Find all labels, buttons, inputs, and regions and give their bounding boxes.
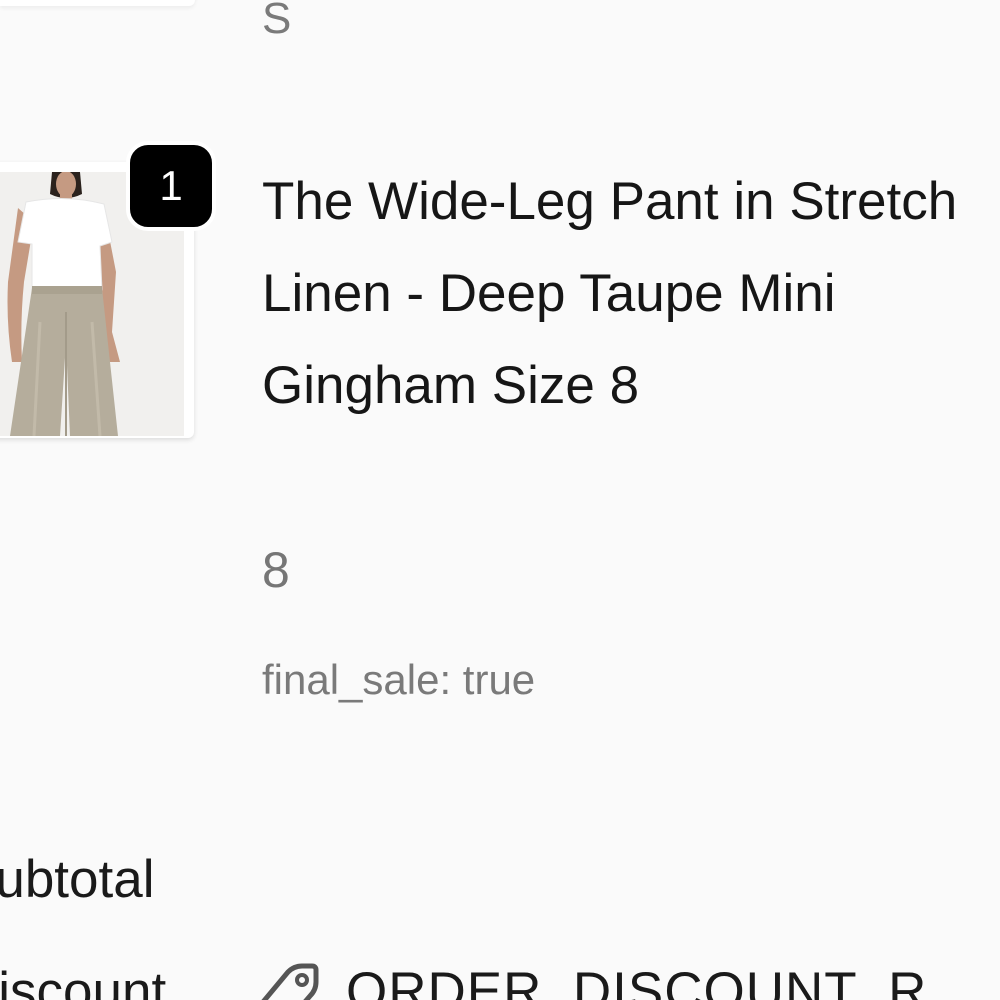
discount-code: ORDER_DISCOUNT_R — [244, 962, 927, 1000]
tag-icon — [261, 963, 319, 1000]
product-property: final_sale: true — [262, 656, 536, 703]
discount-code-text: ORDER_DISCOUNT_R — [346, 962, 928, 1000]
previous-item-variant: S — [262, 0, 292, 43]
quantity-badge: 1 — [126, 141, 216, 231]
checkout-order-summary: S 1 The Wide-Leg Pant in Stretch Linen -… — [0, 0, 1000, 1000]
product-title: The Wide-Leg Pant in Stretch Linen - Dee… — [262, 172, 958, 415]
discount-label: Discount — [0, 962, 167, 1000]
subtotal-label: Subtotal — [0, 850, 155, 909]
previous-item-thumbnail — [0, 0, 195, 6]
product-variant: 8 — [262, 542, 290, 598]
